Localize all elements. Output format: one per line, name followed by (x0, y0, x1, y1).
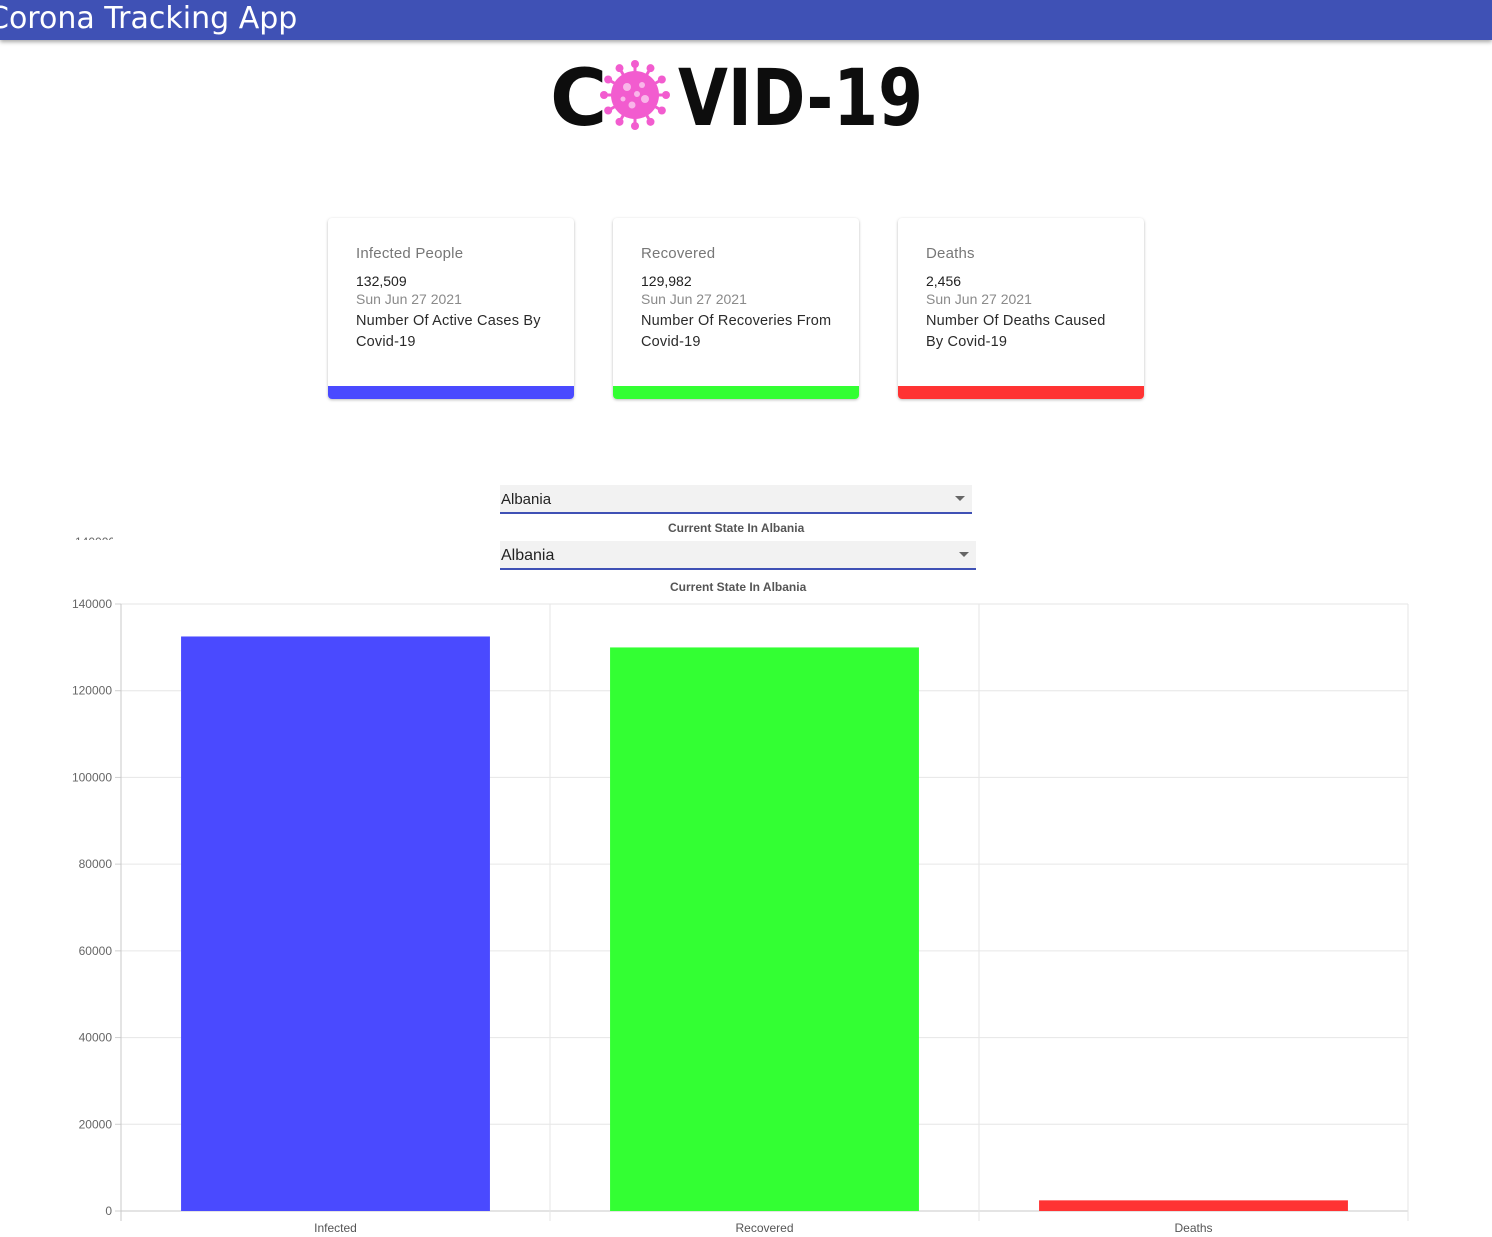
y-tick-label: 0 (105, 1204, 112, 1218)
x-tick-label: Deaths (1174, 1221, 1212, 1235)
bar-infected[interactable] (181, 636, 490, 1211)
y-tick-label: 40000 (79, 1031, 113, 1045)
x-tick-label: Infected (314, 1221, 357, 1235)
x-tick-label: Recovered (735, 1221, 793, 1235)
bar-recovered[interactable] (610, 647, 919, 1211)
y-tick-label: 140000 (72, 597, 112, 611)
bar-chart: 0 20000 40000 60000 80000 100000 120000 140000 I… (72, 597, 1409, 1235)
y-tick-label: 60000 (79, 944, 113, 958)
y-tick-label: 100000 (72, 770, 112, 784)
bar-deaths[interactable] (1039, 1200, 1348, 1211)
y-tick-label: 20000 (79, 1117, 113, 1131)
y-tick-label: 120000 (72, 684, 112, 698)
y-tick-label: 80000 (79, 857, 113, 871)
